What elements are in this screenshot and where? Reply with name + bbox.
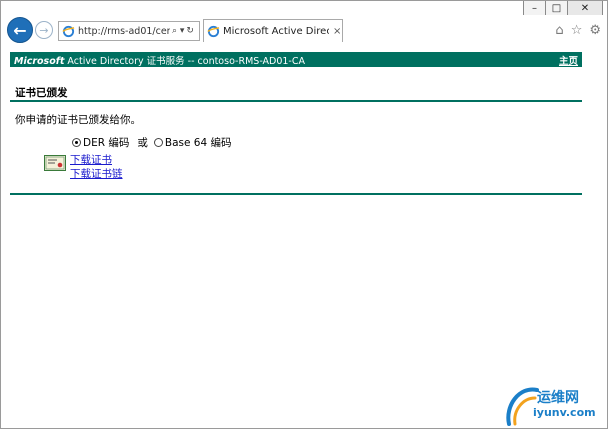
address-url[interactable]: http://rms-ad01/certs	[78, 26, 170, 37]
maximize-button[interactable]: □	[545, 1, 568, 16]
download-links: 下载证书 下载证书链	[70, 153, 123, 181]
toolbar-icons: ⌂ ☆ ⚙	[555, 23, 601, 38]
header-title-text: Active Directory 证书服务 -- contoso-RMS-AD0…	[67, 55, 305, 67]
bottom-divider	[10, 193, 582, 195]
download-section: 下载证书 下载证书链	[10, 153, 582, 181]
address-bar[interactable]: http://rms-ad01/certs ⌕ ▾ ↻	[58, 21, 200, 41]
favorites-icon[interactable]: ☆	[571, 23, 583, 38]
home-icon[interactable]: ⌂	[555, 23, 563, 38]
search-dropdown-icon[interactable]: ⌕ ▾	[172, 26, 184, 36]
download-certificate-chain-link[interactable]: 下载证书链	[70, 167, 123, 181]
der-encoding-label[interactable]: DER 编码	[83, 135, 129, 150]
base64-encoding-label[interactable]: Base 64 编码	[165, 135, 232, 150]
tab-close-icon[interactable]: ×	[333, 26, 341, 37]
title-divider	[10, 100, 582, 102]
watermark-name: 运维网	[537, 390, 579, 406]
or-text: 或	[137, 137, 148, 149]
certificate-icon	[44, 155, 66, 171]
tools-gear-icon[interactable]: ⚙	[589, 23, 601, 38]
issued-message: 你申请的证书已颁发给你。	[15, 114, 141, 126]
page-content: Microsoft Active Directory 证书服务 -- contos…	[10, 52, 582, 195]
minimize-button[interactable]: –	[523, 1, 546, 16]
der-encoding-radio[interactable]	[72, 138, 81, 147]
watermark-site: iyunv.com	[533, 406, 596, 419]
browser-window: – □ ✕ ← → http://rms-ad01/certs ⌕ ▾ ↻ Mi…	[0, 0, 608, 429]
download-certificate-link[interactable]: 下载证书	[70, 153, 123, 167]
refresh-icon[interactable]: ↻	[186, 26, 194, 36]
tab-active-directory[interactable]: Microsoft Active Director... ×	[203, 19, 343, 42]
tab-title: Microsoft Active Director...	[223, 25, 329, 37]
service-header-title: Microsoft Active Directory 证书服务 -- contos…	[14, 53, 305, 67]
ie-page-icon	[62, 25, 75, 37]
service-header-bar: Microsoft Active Directory 证书服务 -- contos…	[10, 52, 582, 67]
close-window-button[interactable]: ✕	[567, 1, 603, 16]
browser-toolbar: ← → http://rms-ad01/certs ⌕ ▾ ↻ Microsof…	[1, 15, 607, 47]
page-title: 证书已颁发	[15, 87, 68, 99]
home-link[interactable]: 主页	[559, 53, 578, 67]
base64-encoding-radio[interactable]	[153, 138, 163, 147]
back-button[interactable]: ←	[7, 17, 33, 43]
encoding-options: DER 编码 或 Base 64 编码	[10, 135, 582, 150]
brand-name: Microsoft	[14, 55, 65, 67]
ie-tab-icon	[207, 25, 220, 37]
forward-button[interactable]: →	[35, 21, 53, 39]
